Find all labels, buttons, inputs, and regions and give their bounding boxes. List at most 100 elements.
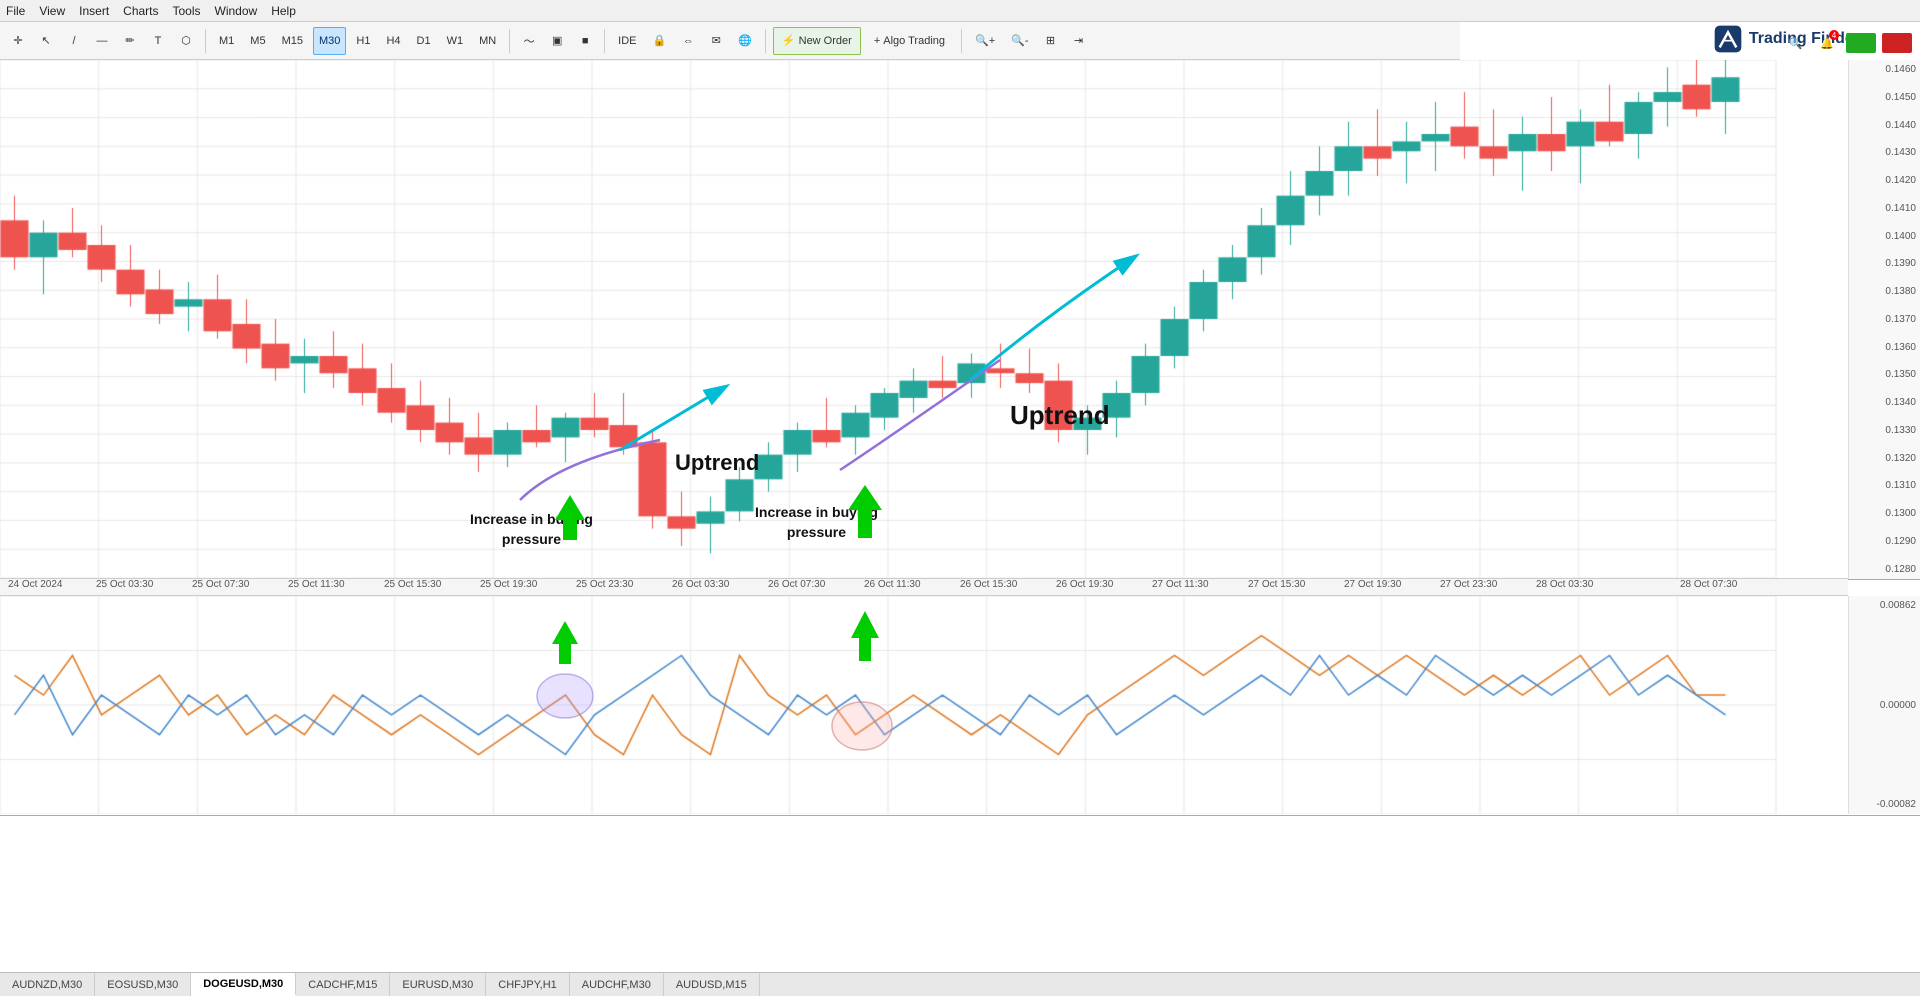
tl-17: 28 Oct 07:30 <box>1680 579 1737 590</box>
tl-14: 27 Oct 19:30 <box>1344 579 1401 590</box>
status-btn[interactable] <box>1882 33 1912 53</box>
tf-mn[interactable]: MN <box>473 27 502 55</box>
menu-help[interactable]: Help <box>271 4 296 18</box>
sep4 <box>765 29 766 53</box>
tl-5: 25 Oct 19:30 <box>480 579 537 590</box>
menu-insert[interactable]: Insert <box>79 4 109 18</box>
ind-scale-mid: 0.00000 <box>1853 700 1916 711</box>
search-btn[interactable]: 🔍 <box>1783 29 1809 57</box>
sep3 <box>604 29 605 53</box>
price-9: 0.1370 <box>1853 314 1916 325</box>
globe-btn[interactable]: 🌐 <box>732 27 758 55</box>
new-order-label: Algo Trading <box>883 35 945 47</box>
hline-btn[interactable]: — <box>90 27 114 55</box>
time-axis-strip: 24 Oct 2024 25 Oct 03:30 25 Oct 07:30 25… <box>0 578 1848 596</box>
tab-audnzd[interactable]: AUDNZD,M30 <box>0 973 95 996</box>
chart-type-candle[interactable]: ▣ <box>545 27 569 55</box>
main-chart[interactable]: ⊞ DOGEUSD, M30: Dogecoin vs US Dollar 0.… <box>0 60 1920 580</box>
tl-7: 26 Oct 03:30 <box>672 579 729 590</box>
tl-15: 27 Oct 23:30 <box>1440 579 1497 590</box>
auto-scroll-btn[interactable]: ⇥ <box>1067 27 1091 55</box>
chart-wrapper: File View Insert Charts Tools Window Hel… <box>0 0 1920 996</box>
crosshair-btn[interactable]: ✛ <box>6 27 30 55</box>
notification-btn[interactable]: 🔔 4 <box>1814 29 1840 57</box>
tab-eosusd[interactable]: EOSUSD,M30 <box>95 973 191 996</box>
price-6: 0.1400 <box>1853 231 1916 242</box>
bottom-tabs: AUDNZD,M30 EOSUSD,M30 DOGEUSD,M30 CADCHF… <box>0 972 1920 996</box>
lock-btn[interactable]: 🔒 <box>647 27 673 55</box>
line-btn[interactable]: / <box>62 27 86 55</box>
menu-bar: File View Insert Charts Tools Window Hel… <box>0 0 1920 22</box>
tf-h1[interactable]: H1 <box>350 27 376 55</box>
tl-0: 24 Oct 2024 <box>8 579 62 590</box>
ide-btn[interactable]: IDE <box>612 27 642 55</box>
price-18: 0.1280 <box>1853 564 1916 575</box>
price-7: 0.1390 <box>1853 258 1916 269</box>
indicator-price-scale: 0.00862 0.00000 -0.00082 <box>1848 596 1920 814</box>
tl-8: 26 Oct 07:30 <box>768 579 825 590</box>
new-order-btn[interactable]: + Algo Trading <box>865 27 954 55</box>
tl-10: 26 Oct 15:30 <box>960 579 1017 590</box>
arrow-btn[interactable]: ↖ <box>34 27 58 55</box>
algo-trading-icon: ⚡ <box>782 34 796 47</box>
price-8: 0.1380 <box>1853 286 1916 297</box>
tab-eurusd[interactable]: EURUSD,M30 <box>390 973 486 996</box>
top-right-controls: 🔍 🔔 4 <box>1783 24 1912 62</box>
tl-12: 27 Oct 11:30 <box>1152 579 1209 590</box>
price-12: 0.1340 <box>1853 397 1916 408</box>
toolbar: ✛ ↖ / — ✏ T ⬡ M1 M5 M15 M30 H1 H4 D1 W1 … <box>0 22 1460 60</box>
tf-d1[interactable]: D1 <box>411 27 437 55</box>
tl-4: 25 Oct 15:30 <box>384 579 441 590</box>
signal-btn[interactable] <box>1846 33 1876 53</box>
menu-view[interactable]: View <box>39 4 65 18</box>
tf-w1[interactable]: W1 <box>441 27 470 55</box>
algo-trading-btn[interactable]: ⚡ New Order <box>773 27 861 55</box>
menu-file[interactable]: File <box>6 4 25 18</box>
chart-type-bar[interactable]: ■ <box>573 27 597 55</box>
tl-2: 25 Oct 07:30 <box>192 579 249 590</box>
tf-m5[interactable]: M5 <box>244 27 271 55</box>
tf-m30[interactable]: M30 <box>313 27 346 55</box>
price-10: 0.1360 <box>1853 342 1916 353</box>
zoom-in-btn[interactable]: 🔍+ <box>969 27 1001 55</box>
ind-scale-max: 0.00862 <box>1853 600 1916 611</box>
price-2: 0.1440 <box>1853 120 1916 131</box>
pen-btn[interactable]: ✏ <box>118 27 142 55</box>
tl-6: 25 Oct 23:30 <box>576 579 633 590</box>
tf-m1[interactable]: M1 <box>213 27 240 55</box>
menu-charts[interactable]: Charts <box>123 4 158 18</box>
tab-chfjpy[interactable]: CHFJPY,H1 <box>486 973 569 996</box>
price-11: 0.1350 <box>1853 369 1916 380</box>
price-15: 0.1310 <box>1853 480 1916 491</box>
price-13: 0.1330 <box>1853 425 1916 436</box>
arrows-btn[interactable]: ⇔ <box>676 27 700 55</box>
tl-3: 25 Oct 11:30 <box>288 579 345 590</box>
tab-dogeusd[interactable]: DOGEUSD,M30 <box>191 973 296 996</box>
tl-1: 25 Oct 03:30 <box>96 579 153 590</box>
tab-audchf[interactable]: AUDCHF,M30 <box>570 973 664 996</box>
menu-tools[interactable]: Tools <box>173 4 201 18</box>
plus-icon: + <box>874 35 880 47</box>
chart-type-line[interactable]: 〜 <box>517 27 541 55</box>
shapes-btn[interactable]: ⬡ <box>174 27 198 55</box>
tab-cadchf[interactable]: CADCHF,M15 <box>296 973 390 996</box>
price-5: 0.1410 <box>1853 203 1916 214</box>
tl-11: 26 Oct 19:30 <box>1056 579 1113 590</box>
price-1: 0.1450 <box>1853 92 1916 103</box>
price-14: 0.1320 <box>1853 453 1916 464</box>
tl-9: 26 Oct 11:30 <box>864 579 921 590</box>
ind-scale-min: -0.00082 <box>1853 799 1916 810</box>
zoom-out-btn[interactable]: 🔍- <box>1005 27 1034 55</box>
tl-13: 27 Oct 15:30 <box>1248 579 1305 590</box>
tf-h4[interactable]: H4 <box>380 27 406 55</box>
grid-btn[interactable]: ⊞ <box>1039 27 1063 55</box>
tf-m15[interactable]: M15 <box>276 27 309 55</box>
indicator-panel[interactable]: Buy Sell Pressure MT5 0.01680 0.00550 0.… <box>0 596 1920 816</box>
price-scale: 0.1460 0.1450 0.1440 0.1430 0.1420 0.141… <box>1848 60 1920 579</box>
email-btn[interactable]: ✉ <box>704 27 728 55</box>
price-0: 0.1460 <box>1853 64 1916 75</box>
text-btn[interactable]: T <box>146 27 170 55</box>
menu-window[interactable]: Window <box>215 4 258 18</box>
tab-audusd[interactable]: AUDUSD,M15 <box>664 973 760 996</box>
sep5 <box>961 29 962 53</box>
